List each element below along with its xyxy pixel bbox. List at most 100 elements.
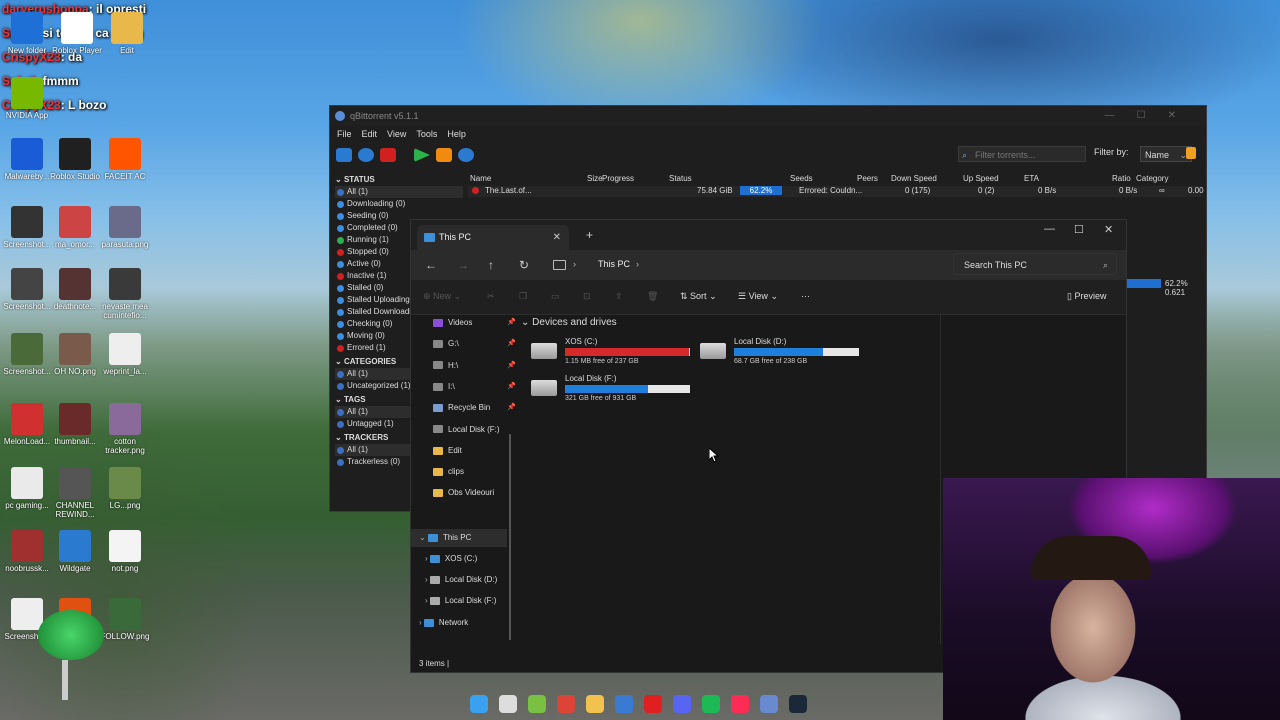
desktop-icon[interactable]: New folder: [0, 12, 54, 55]
desktop-icon[interactable]: Wildgate: [48, 530, 102, 573]
menu-item[interactable]: View: [387, 129, 406, 139]
column-header[interactable]: Ratio: [1112, 174, 1131, 183]
desktop-icon[interactable]: FACEIT AC: [98, 138, 152, 181]
chevron-down-icon[interactable]: ⌄: [419, 533, 428, 542]
search-icon[interactable]: [499, 695, 517, 713]
tab-this-pc[interactable]: This PC ✕: [417, 225, 569, 250]
desktop-icon[interactable]: MelonLoad...: [0, 403, 54, 446]
sidebar-filter-item[interactable]: All (1): [335, 186, 463, 198]
drive-tile[interactable]: Local Disk (D:) 68.7 GB free of 238 GB: [700, 337, 870, 369]
window-controls[interactable]: —☐✕: [1105, 106, 1198, 126]
torrent-row[interactable]: The.Last.of... 75.84 GiB 62.2% Errored: …: [468, 186, 1204, 197]
column-header[interactable]: ETA: [1024, 174, 1039, 183]
desktop-icon[interactable]: ma_omor...: [48, 206, 102, 249]
tree-item[interactable]: › Network: [411, 614, 507, 632]
refresh-icon[interactable]: ↻: [519, 258, 529, 272]
column-header[interactable]: Size: [587, 174, 603, 183]
desktop-icon[interactable]: LG...png: [98, 467, 152, 510]
desktop-icon[interactable]: not.png: [98, 530, 152, 573]
column-header[interactable]: Seeds: [790, 174, 813, 183]
menu-item[interactable]: Help: [447, 129, 466, 139]
column-header[interactable]: Down Speed: [891, 174, 937, 183]
quick-access-item[interactable]: Edit: [433, 442, 509, 460]
address-bar[interactable]: › This PC ›: [543, 253, 948, 275]
add-torrent-icon[interactable]: [358, 148, 374, 162]
copy-icon[interactable]: ❐: [519, 291, 527, 302]
lock-icon[interactable]: [1186, 147, 1196, 159]
column-header[interactable]: Status: [669, 174, 692, 183]
discord-icon[interactable]: [673, 695, 691, 713]
quick-access-item[interactable]: clips: [433, 463, 509, 481]
share-icon[interactable]: ⇪: [615, 291, 623, 302]
chrome-icon[interactable]: [557, 695, 575, 713]
delete-icon[interactable]: [380, 148, 396, 162]
column-header[interactable]: Name: [470, 174, 491, 183]
desktop-icon[interactable]: deathnote...: [48, 268, 102, 311]
new-tab-icon[interactable]: +: [586, 228, 593, 242]
app-green-icon[interactable]: [528, 695, 546, 713]
desktop-icon[interactable]: Screenshot...: [0, 268, 54, 311]
quick-access-item[interactable]: Obs Videouri: [433, 484, 509, 502]
devices-group-header[interactable]: ⌄ Devices and drives: [521, 317, 617, 328]
tree-item[interactable]: › Local Disk (F:): [411, 592, 507, 610]
cut-icon[interactable]: ✂: [487, 291, 495, 302]
view-button[interactable]: ☰ View ⌄: [738, 291, 778, 302]
options-gear-icon[interactable]: [458, 148, 474, 162]
forward-icon[interactable]: →: [457, 258, 469, 272]
quick-access-item[interactable]: G:\ 📌: [433, 335, 516, 353]
menu-item[interactable]: Tools: [416, 129, 437, 139]
quick-access-item[interactable]: Recycle Bin 📌: [433, 399, 516, 417]
close-tab-icon[interactable]: ✕: [553, 225, 561, 250]
steam-icon[interactable]: [789, 695, 807, 713]
youtube-icon[interactable]: [644, 695, 662, 713]
browser-icon[interactable]: [615, 695, 633, 713]
search-input[interactable]: Search This PC ⌕: [953, 253, 1117, 275]
drive-tile[interactable]: XOS (C:) 1.15 MB free of 237 GB: [531, 337, 701, 369]
menu-item[interactable]: File: [337, 129, 352, 139]
desktop-icon[interactable]: Screenshot...: [0, 206, 54, 249]
tiktok-icon[interactable]: [731, 695, 749, 713]
resume-icon[interactable]: [414, 148, 430, 162]
menu-item[interactable]: Edit: [362, 129, 378, 139]
tree-item[interactable]: › Local Disk (D:): [411, 571, 507, 589]
desktop-icon[interactable]: Screenshot...: [0, 333, 54, 376]
more-options-button[interactable]: ···: [801, 291, 810, 301]
desktop-icon[interactable]: noobrussk...: [0, 530, 54, 573]
new-button[interactable]: ⊕ New ⌄: [423, 291, 461, 302]
navigation-scrollbar[interactable]: [509, 434, 511, 640]
maximize-icon[interactable]: ☐: [1074, 223, 1084, 236]
delete-icon[interactable]: 🗑: [647, 291, 658, 302]
sidebar-section-header[interactable]: ⌄ STATUS: [335, 174, 463, 186]
rename-icon[interactable]: ⊡: [583, 291, 591, 302]
column-header[interactable]: Progress: [602, 174, 634, 183]
desktop-icon[interactable]: pc gaming...: [0, 467, 54, 510]
vpn-icon[interactable]: [760, 695, 778, 713]
paste-icon[interactable]: ▭: [551, 291, 560, 302]
add-link-icon[interactable]: [336, 148, 352, 162]
filter-by-select[interactable]: Name ⌄: [1140, 146, 1192, 162]
desktop-icon[interactable]: Roblox Player: [50, 12, 104, 55]
desktop-icon[interactable]: Edit: [100, 12, 154, 55]
minimize-icon[interactable]: —: [1044, 223, 1055, 235]
quick-access-item[interactable]: I:\ 📌: [433, 378, 516, 396]
desktop-icon[interactable]: FOLLOW.png: [98, 598, 152, 641]
quick-access-item[interactable]: H:\ 📌: [433, 357, 516, 375]
sort-button[interactable]: ⇅ Sort ⌄: [680, 291, 717, 302]
desktop-icon[interactable]: Roblox Studio: [48, 138, 102, 181]
desktop-icon[interactable]: cotton tracker.png: [98, 403, 152, 455]
up-icon[interactable]: ↑: [488, 258, 494, 272]
desktop-icon[interactable]: thumbnail...: [48, 403, 102, 446]
desktop-icon[interactable]: nevaste mea cumintefio...: [98, 268, 152, 320]
start-icon[interactable]: [470, 695, 488, 713]
desktop-icon[interactable]: parasuta.png: [98, 206, 152, 249]
tree-item[interactable]: ⌄ This PC: [411, 529, 507, 547]
sidebar-filter-item[interactable]: Downloading (0): [335, 198, 463, 210]
desktop-icon[interactable]: OH NO.png: [48, 333, 102, 376]
filter-torrents-input[interactable]: ⌕ Filter torrents...: [958, 146, 1086, 162]
quick-access-item[interactable]: Local Disk (F:): [433, 421, 509, 439]
column-header[interactable]: Peers: [857, 174, 878, 183]
pause-icon[interactable]: [436, 148, 452, 162]
preview-button[interactable]: ▯ Preview: [1067, 291, 1106, 302]
tree-item[interactable]: › XOS (C:): [411, 550, 507, 568]
column-header[interactable]: Up Speed: [963, 174, 999, 183]
